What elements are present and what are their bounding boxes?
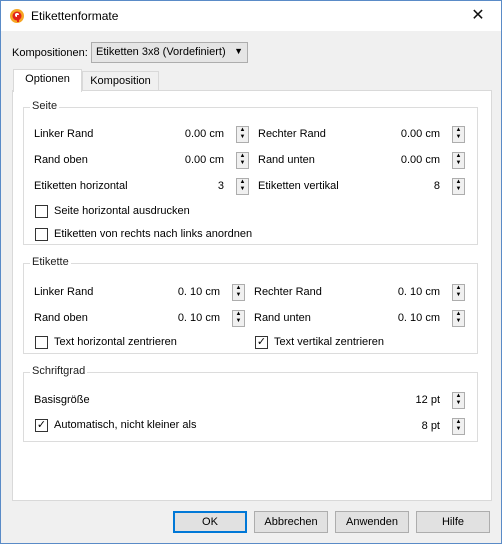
center-horizontal-label: Text horizontal zentrieren xyxy=(54,336,177,348)
tab-komposition[interactable]: Komposition xyxy=(82,71,159,92)
help-button[interactable]: Hilfe xyxy=(416,511,490,533)
compositions-select[interactable]: Etiketten 3x8 (Vordefiniert) ▼ xyxy=(91,42,248,63)
etikette-bottom-margin-label: Rand unten xyxy=(254,312,311,324)
spin-arrows-icon[interactable]: ▲ ▼ xyxy=(452,392,465,409)
spin-arrows-icon[interactable]: ▲ ▼ xyxy=(452,418,465,435)
seite-top-margin-value[interactable]: 0.00 cm xyxy=(164,154,224,166)
auto-size-label: Automatisch, nicht kleiner als xyxy=(54,419,197,431)
spin-arrows-icon[interactable]: ▲ ▼ xyxy=(232,310,245,327)
center-horizontal-checkbox[interactable] xyxy=(35,336,48,349)
etikette-left-margin-value[interactable]: 0. 10 cm xyxy=(160,286,220,298)
group-schriftgrad-title: Schriftgrad xyxy=(30,365,88,377)
base-size-value[interactable]: 12 pt xyxy=(380,394,440,406)
apply-button[interactable]: Anwenden xyxy=(335,511,409,533)
checkmark-icon: ✓ xyxy=(256,336,267,348)
seite-right-margin-value[interactable]: 0.00 cm xyxy=(380,128,440,140)
seite-bottom-margin-label: Rand unten xyxy=(258,154,315,166)
seite-left-margin-value[interactable]: 0.00 cm xyxy=(164,128,224,140)
group-seite: Seite Linker Rand 0.00 cm ▲ ▼ Rechter Ran… xyxy=(23,100,478,245)
auto-size-checkbox[interactable]: ✓ xyxy=(35,419,48,432)
title-bar: Etikettenformate ✕ xyxy=(1,1,501,31)
auto-size-value[interactable]: 8 pt xyxy=(380,420,440,432)
checkmark-icon: ✓ xyxy=(36,419,47,431)
etikette-top-margin-value[interactable]: 0. 10 cm xyxy=(160,312,220,324)
seite-labels-horizontal-value[interactable]: 3 xyxy=(164,180,224,192)
etikette-bottom-margin-value[interactable]: 0. 10 cm xyxy=(380,312,440,324)
dialog-window: Etikettenformate ✕ Kompositionen: Etiket… xyxy=(0,0,502,544)
base-size-label: Basisgröße xyxy=(34,394,90,406)
tab-panel-optionen: Seite Linker Rand 0.00 cm ▲ ▼ Rechter Ran… xyxy=(12,90,492,501)
print-horizontal-label: Seite horizontal ausdrucken xyxy=(54,205,190,217)
center-vertical-label: Text vertikal zentrieren xyxy=(274,336,385,348)
cancel-button[interactable]: Abbrechen xyxy=(254,511,328,533)
compositions-label: Kompositionen: xyxy=(12,47,88,59)
app-logo-icon xyxy=(10,9,24,23)
right-to-left-checkbox[interactable] xyxy=(35,228,48,241)
spin-arrows-icon[interactable]: ▲ ▼ xyxy=(232,284,245,301)
group-etikette-title: Etikette xyxy=(30,256,71,268)
seite-labels-horizontal-label: Etiketten horizontal xyxy=(34,180,128,192)
spin-arrows-icon[interactable]: ▲ ▼ xyxy=(452,284,465,301)
etikette-right-margin-label: Rechter Rand xyxy=(254,286,322,298)
spin-arrows-icon[interactable]: ▲ ▼ xyxy=(236,126,249,143)
center-vertical-checkbox[interactable]: ✓ xyxy=(255,336,268,349)
seite-left-margin-label: Linker Rand xyxy=(34,128,94,140)
close-icon[interactable]: ✕ xyxy=(455,1,501,31)
etikette-right-margin-value[interactable]: 0. 10 cm xyxy=(380,286,440,298)
compositions-value: Etiketten 3x8 (Vordefiniert) xyxy=(96,46,226,58)
spin-arrows-icon[interactable]: ▲ ▼ xyxy=(236,152,249,169)
ok-button[interactable]: OK xyxy=(173,511,247,533)
spin-arrows-icon[interactable]: ▲ ▼ xyxy=(236,178,249,195)
etikette-top-margin-label: Rand oben xyxy=(34,312,88,324)
right-to-left-label: Etiketten von rechts nach links anordnen xyxy=(54,228,253,240)
group-seite-title: Seite xyxy=(30,100,60,112)
spin-arrows-icon[interactable]: ▲ ▼ xyxy=(452,310,465,327)
window-title: Etikettenformate xyxy=(31,9,119,23)
group-etikette: Etikette Linker Rand 0. 10 cm ▲ ▼ Rechter… xyxy=(23,256,478,354)
print-horizontal-checkbox[interactable] xyxy=(35,205,48,218)
seite-labels-vertical-value[interactable]: 8 xyxy=(380,180,440,192)
seite-bottom-margin-value[interactable]: 0.00 cm xyxy=(380,154,440,166)
tab-optionen[interactable]: Optionen xyxy=(13,69,82,92)
seite-top-margin-label: Rand oben xyxy=(34,154,88,166)
seite-labels-vertical-label: Etiketten vertikal xyxy=(258,180,339,192)
etikette-left-margin-label: Linker Rand xyxy=(34,286,94,298)
spin-arrows-icon[interactable]: ▲ ▼ xyxy=(452,126,465,143)
group-schriftgrad: Schriftgrad Basisgröße 12 pt ▲ ▼ ✓ Automa… xyxy=(23,365,478,442)
seite-right-margin-label: Rechter Rand xyxy=(258,128,326,140)
spin-arrows-icon[interactable]: ▲ ▼ xyxy=(452,178,465,195)
spin-arrows-icon[interactable]: ▲ ▼ xyxy=(452,152,465,169)
chevron-down-icon: ▼ xyxy=(234,46,243,56)
